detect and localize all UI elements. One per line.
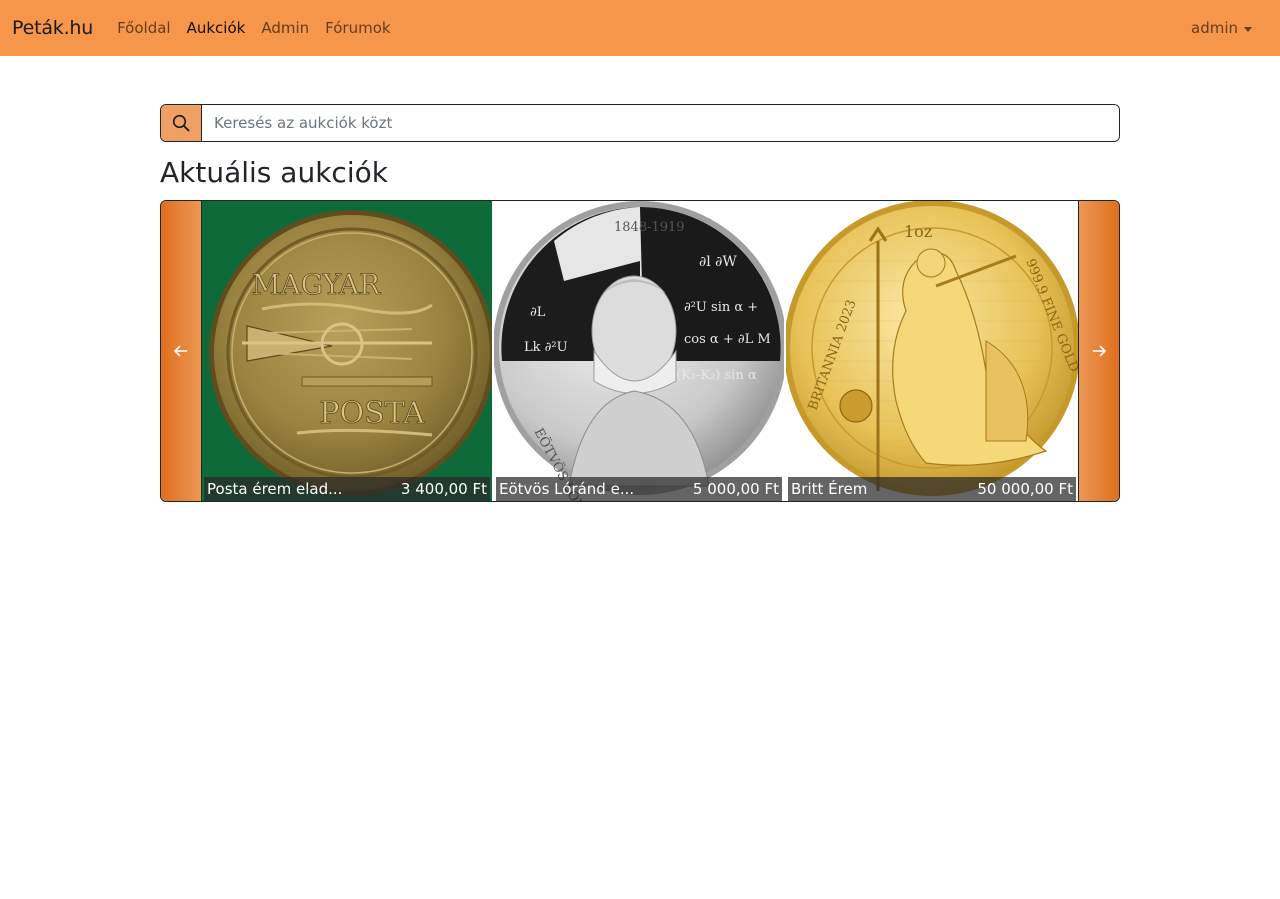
auction-card[interactable]: 1oz BRITANNIA 2023 999.9 FINE GOLD Britt… (786, 201, 1078, 501)
svg-text:(K₁-K₂) sin α: (K₁-K₂) sin α (676, 368, 757, 383)
search-button[interactable] (161, 105, 202, 141)
auction-card-title: Eötvös Lóránd e... (499, 480, 635, 498)
search-icon (172, 114, 190, 132)
search-input[interactable] (202, 105, 1119, 141)
auction-card-price: 3 400,00 Ft (400, 480, 487, 498)
auction-card[interactable]: MAGYAR POSTA Posta érem elad... 3 400,00… (202, 201, 494, 501)
posta-medal-image: MAGYAR POSTA (202, 201, 492, 501)
britannia-coin-image: 1oz BRITANNIA 2023 999.9 FINE GOLD (786, 201, 1078, 501)
auction-card-caption: Posta érem elad... 3 400,00 Ft (204, 477, 490, 501)
nav-link-home[interactable]: Főoldal (117, 19, 171, 37)
svg-text:∂L: ∂L (530, 305, 546, 320)
brand-logo[interactable]: Peták.hu (12, 17, 93, 39)
top-navbar: Peták.hu Főoldal Aukciók Admin Fórumok a… (0, 0, 1280, 56)
carousel-slides: MAGYAR POSTA Posta érem elad... 3 400,00… (202, 201, 1078, 501)
arrow-left-icon (173, 345, 187, 357)
page-title: Aktuális aukciók (160, 156, 388, 189)
nav-link-admin[interactable]: Admin (261, 19, 309, 37)
auction-card-price: 50 000,00 Ft (977, 480, 1073, 498)
search-bar (160, 104, 1120, 142)
svg-text:Lk ∂²U: Lk ∂²U (524, 340, 568, 355)
carousel-prev-button[interactable] (161, 201, 202, 501)
auction-card-caption: Eötvös Lóránd e... 5 000,00 Ft (496, 477, 782, 501)
carousel-next-button[interactable] (1078, 201, 1119, 501)
svg-text:∂l ∂W: ∂l ∂W (699, 254, 737, 270)
auction-card-title: Posta érem elad... (207, 480, 343, 498)
auction-card-caption: Britt Érem 50 000,00 Ft (788, 477, 1076, 501)
svg-text:1oz: 1oz (904, 222, 932, 241)
nav-link-auctions[interactable]: Aukciók (187, 19, 246, 37)
svg-text:MAGYAR: MAGYAR (252, 268, 381, 301)
auction-card-title: Britt Érem (791, 480, 868, 498)
svg-text:1848-1919: 1848-1919 (614, 220, 685, 235)
svg-text:∂²U sin α +: ∂²U sin α + (684, 300, 758, 315)
user-menu-label: admin (1191, 19, 1238, 37)
auction-carousel: MAGYAR POSTA Posta érem elad... 3 400,00… (160, 200, 1120, 502)
chevron-down-icon (1244, 26, 1252, 32)
arrow-right-icon (1093, 345, 1107, 357)
eotvos-coin-image: ∂l ∂W ∂²U sin α + cos α + ∂L M (K₁-K₂) s… (494, 201, 784, 501)
auction-card[interactable]: ∂l ∂W ∂²U sin α + cos α + ∂L M (K₁-K₂) s… (494, 201, 786, 501)
svg-text:POSTA: POSTA (319, 396, 425, 431)
svg-text:cos α + ∂L M: cos α + ∂L M (684, 332, 771, 347)
nav-links: Főoldal Aukciók Admin Fórumok (117, 19, 390, 37)
user-menu-dropdown[interactable]: admin (1191, 19, 1252, 37)
auction-card-price: 5 000,00 Ft (692, 480, 779, 498)
nav-link-forums[interactable]: Fórumok (325, 19, 390, 37)
